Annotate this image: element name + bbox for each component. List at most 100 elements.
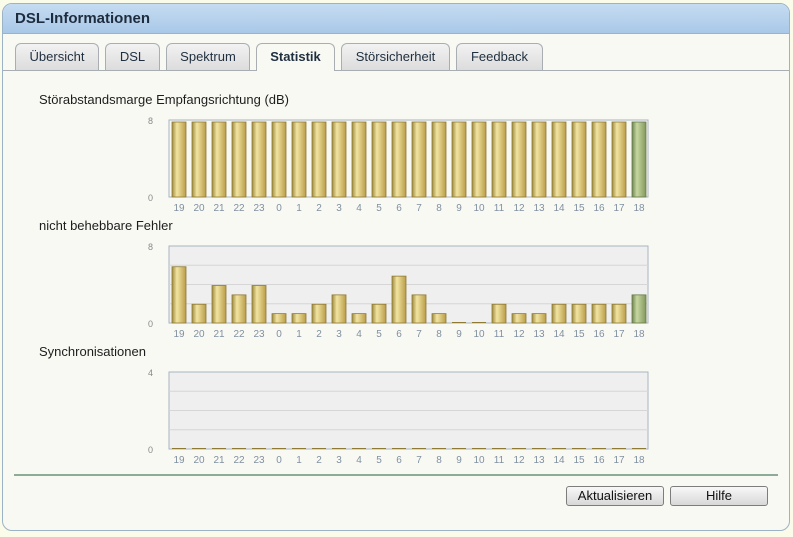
snr-xtick-label: 20 bbox=[193, 203, 205, 214]
errors-xtick-label: 10 bbox=[473, 329, 485, 340]
errors-bar bbox=[271, 313, 287, 324]
snr-xtick-label: 15 bbox=[573, 203, 585, 214]
snr-xtick-label: 13 bbox=[533, 203, 545, 214]
sync-chart: 4019 20 21 22 23 0 1 2 3 4 5 6 7 8 9 10 11 12 13 14 15 16 17 18 bbox=[148, 368, 649, 466]
snr-xtick-label: 4 bbox=[356, 203, 362, 214]
snr-bar bbox=[291, 121, 307, 198]
snr-bar bbox=[171, 121, 187, 198]
tab-divider bbox=[3, 70, 789, 71]
sync-xtick-label: 6 bbox=[396, 455, 402, 466]
errors-bar bbox=[391, 275, 407, 324]
snr-ytick-label: 8 bbox=[148, 116, 153, 126]
errors-xtick-label: 22 bbox=[233, 329, 245, 340]
snr-bar bbox=[331, 121, 347, 198]
title-bar: DSL-Informationen bbox=[3, 4, 789, 34]
snr-bar bbox=[591, 121, 607, 198]
snr-bar bbox=[551, 121, 567, 198]
errors-bar bbox=[191, 303, 207, 324]
snr-bar bbox=[411, 121, 427, 198]
snr-bar bbox=[471, 121, 487, 198]
errors-xtick-label: 1 bbox=[296, 329, 302, 340]
snr-xtick-label: 16 bbox=[593, 203, 605, 214]
errors-bar bbox=[351, 313, 367, 324]
snr-bar bbox=[451, 121, 467, 198]
errors-bar bbox=[531, 313, 547, 324]
snr-xtick-label: 7 bbox=[416, 203, 422, 214]
snr-xtick-label: 14 bbox=[553, 203, 565, 214]
snr-bar bbox=[611, 121, 627, 198]
errors-bar bbox=[511, 313, 527, 324]
tab-uebersicht[interactable]: Übersicht bbox=[15, 43, 99, 70]
tab-spektrum[interactable]: Spektrum bbox=[166, 43, 250, 70]
help-button[interactable]: Hilfe bbox=[670, 486, 768, 506]
sync-xtick-label: 10 bbox=[473, 455, 485, 466]
errors-bar bbox=[311, 303, 327, 324]
sync-xtick-label: 1 bbox=[296, 455, 302, 466]
tab-statistik[interactable]: Statistik bbox=[256, 43, 335, 71]
snr-xtick-label: 5 bbox=[376, 203, 382, 214]
errors-xtick-label: 0 bbox=[276, 329, 282, 340]
dsl-info-panel: DSL-Informationen Übersicht DSL Spektrum… bbox=[2, 3, 790, 531]
errors-bar bbox=[491, 303, 507, 324]
snr-xtick-label: 10 bbox=[473, 203, 485, 214]
sync-xtick-label: 13 bbox=[533, 455, 545, 466]
snr-xtick-label: 11 bbox=[494, 203, 505, 214]
snr-bar bbox=[371, 121, 387, 198]
errors-bar bbox=[231, 294, 247, 324]
sync-xtick-label: 16 bbox=[593, 455, 605, 466]
errors-xtick-label: 19 bbox=[173, 329, 185, 340]
snr-bar bbox=[431, 121, 447, 198]
tab-stoersicherheit[interactable]: Störsicherheit bbox=[341, 43, 450, 70]
errors-xtick-label: 20 bbox=[193, 329, 205, 340]
errors-xtick-label: 21 bbox=[213, 329, 225, 340]
footer-separator bbox=[14, 474, 778, 476]
snr-bar bbox=[351, 121, 367, 198]
errors-xtick-label: 13 bbox=[533, 329, 545, 340]
snr-xtick-label: 3 bbox=[336, 203, 342, 214]
snr-bar bbox=[631, 121, 647, 198]
errors-bar bbox=[251, 285, 267, 324]
sync-ytick-label: 4 bbox=[148, 368, 153, 378]
sync-xtick-label: 22 bbox=[233, 455, 245, 466]
snr-xtick-label: 0 bbox=[276, 203, 282, 214]
snr-xtick-label: 23 bbox=[253, 203, 265, 214]
sync-xtick-label: 21 bbox=[213, 455, 225, 466]
errors-bar bbox=[551, 303, 567, 324]
errors-xtick-label: 5 bbox=[376, 329, 382, 340]
errors-ytick-label: 8 bbox=[148, 242, 153, 252]
errors-chart-title: nicht behebbare Fehler bbox=[39, 218, 173, 233]
snr-xtick-label: 1 bbox=[296, 203, 302, 214]
snr-bar bbox=[571, 121, 587, 198]
tab-dsl[interactable]: DSL bbox=[105, 43, 160, 70]
snr-bar bbox=[531, 121, 547, 198]
errors-xtick-label: 4 bbox=[356, 329, 362, 340]
snr-bar bbox=[271, 121, 287, 198]
refresh-button[interactable]: Aktualisieren bbox=[566, 486, 664, 506]
errors-bar bbox=[211, 285, 227, 324]
errors-xtick-label: 23 bbox=[253, 329, 265, 340]
errors-bar bbox=[631, 294, 647, 324]
sync-xtick-label: 15 bbox=[573, 455, 585, 466]
snr-xtick-label: 6 bbox=[396, 203, 402, 214]
snr-chart: 8019 20 21 22 23 0 1 2 3 4 5 6 7 8 9 10 11 12 13 14 15 16 17 18 bbox=[148, 116, 649, 214]
errors-xtick-label: 7 bbox=[416, 329, 422, 340]
snr-xtick-label: 19 bbox=[173, 203, 185, 214]
snr-bar bbox=[391, 121, 407, 198]
sync-xtick-label: 12 bbox=[513, 455, 525, 466]
errors-xtick-label: 15 bbox=[573, 329, 585, 340]
errors-xtick-label: 16 bbox=[593, 329, 605, 340]
errors-xtick-label: 2 bbox=[316, 329, 322, 340]
snr-bar bbox=[491, 121, 507, 198]
sync-xtick-label: 9 bbox=[456, 455, 462, 466]
errors-bar bbox=[171, 266, 187, 324]
errors-chart: 8019 20 21 22 23 0 1 2 3 4 5 6 7 8 9 10 11 12 13 14 15 16 17 18 bbox=[148, 242, 649, 340]
snr-bar bbox=[211, 121, 227, 198]
sync-xtick-label: 19 bbox=[173, 455, 185, 466]
sync-xtick-label: 2 bbox=[316, 455, 322, 466]
errors-xtick-label: 3 bbox=[336, 329, 342, 340]
errors-bar bbox=[291, 313, 307, 324]
errors-bar bbox=[411, 294, 427, 324]
sync-xtick-label: 18 bbox=[633, 455, 645, 466]
tab-feedback[interactable]: Feedback bbox=[456, 43, 543, 70]
snr-chart-title: Störabstandsmarge Empfangsrichtung (dB) bbox=[39, 92, 290, 107]
